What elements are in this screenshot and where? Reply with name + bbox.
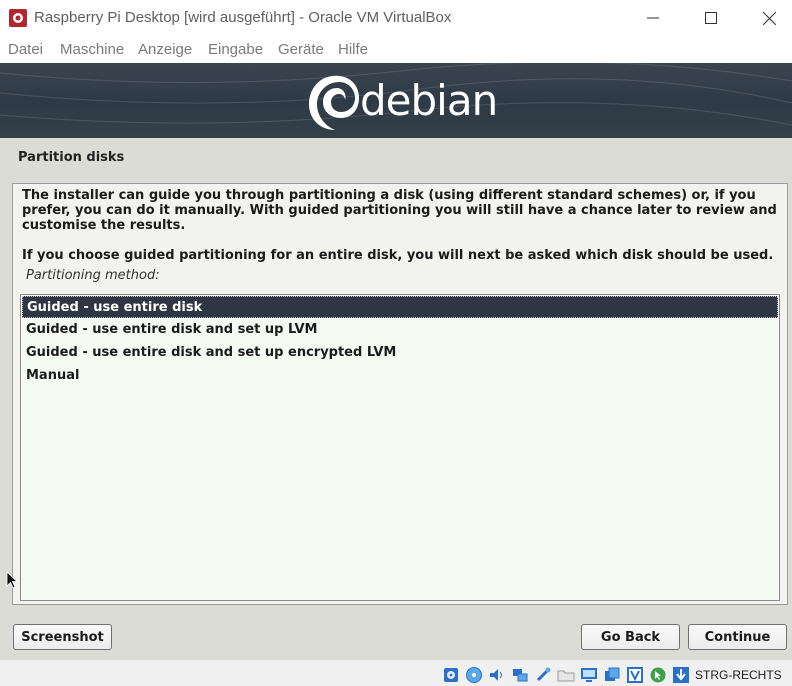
vm-status-bar: STRG-RECHTS: [0, 660, 792, 686]
option-guided-entire-disk[interactable]: Guided - use entire disk: [22, 296, 778, 318]
debian-banner: debian: [0, 63, 792, 138]
continue-button[interactable]: Continue: [688, 624, 787, 650]
partitioning-method-list[interactable]: Guided - use entire disk Guided - use en…: [20, 294, 780, 601]
installer-description: The installer can guide you through part…: [22, 188, 777, 233]
window-title: Raspberry Pi Desktop [wird ausgeführt] -…: [34, 9, 452, 26]
virtualbox-app-icon: [9, 9, 27, 27]
debian-swirl-icon: [309, 75, 359, 130]
menu-datei[interactable]: Datei: [8, 41, 43, 58]
window-title-bar: Raspberry Pi Desktop [wird ausgeführt] -…: [0, 0, 792, 36]
option-guided-lvm[interactable]: Guided - use entire disk and set up LVM: [22, 319, 778, 341]
menu-bar: Datei Maschine Anzeige Eingabe Geräte Hi…: [0, 38, 792, 62]
menu-geraete[interactable]: Geräte: [278, 41, 324, 58]
network-icon[interactable]: [511, 666, 529, 684]
shared-folders-icon[interactable]: [557, 666, 575, 684]
hard-disk-icon[interactable]: [442, 666, 460, 684]
host-key-label: STRG-RECHTS: [695, 668, 782, 682]
menu-hilfe[interactable]: Hilfe: [338, 41, 368, 58]
mouse-integration-icon[interactable]: [649, 666, 667, 684]
page-title: Partition disks: [18, 150, 125, 165]
screenshot-button[interactable]: Screenshot: [13, 624, 112, 650]
audio-icon[interactable]: [488, 666, 506, 684]
vm-display[interactable]: debian Partition disks The installer can…: [0, 63, 792, 660]
minimize-icon: [647, 17, 659, 19]
option-guided-encrypted-lvm[interactable]: Guided - use entire disk and set up encr…: [22, 342, 778, 364]
installer-panel: The installer can guide you through part…: [12, 183, 788, 605]
menu-anzeige[interactable]: Anzeige: [138, 41, 192, 58]
mouse-cursor-icon: [6, 571, 18, 589]
close-button[interactable]: [740, 0, 792, 36]
installer-description-disk: If you choose guided partitioning for an…: [22, 248, 774, 263]
usb-icon[interactable]: [534, 666, 552, 684]
optical-drive-icon[interactable]: [465, 666, 483, 684]
display-icon[interactable]: [580, 666, 598, 684]
keyboard-capture-icon[interactable]: [672, 666, 690, 684]
menu-eingabe[interactable]: Eingabe: [208, 41, 263, 58]
go-back-button[interactable]: Go Back: [581, 624, 680, 650]
partitioning-method-label: Partitioning method:: [26, 268, 160, 283]
minimize-button[interactable]: [624, 0, 682, 36]
video-capture-icon[interactable]: [603, 666, 621, 684]
maximize-icon: [705, 12, 717, 24]
maximize-button[interactable]: [682, 0, 740, 36]
menu-maschine[interactable]: Maschine: [60, 41, 124, 58]
debian-logo-text: debian: [360, 76, 498, 125]
virtualization-icon[interactable]: [626, 666, 644, 684]
option-manual[interactable]: Manual: [22, 365, 778, 387]
close-icon: [762, 11, 776, 25]
